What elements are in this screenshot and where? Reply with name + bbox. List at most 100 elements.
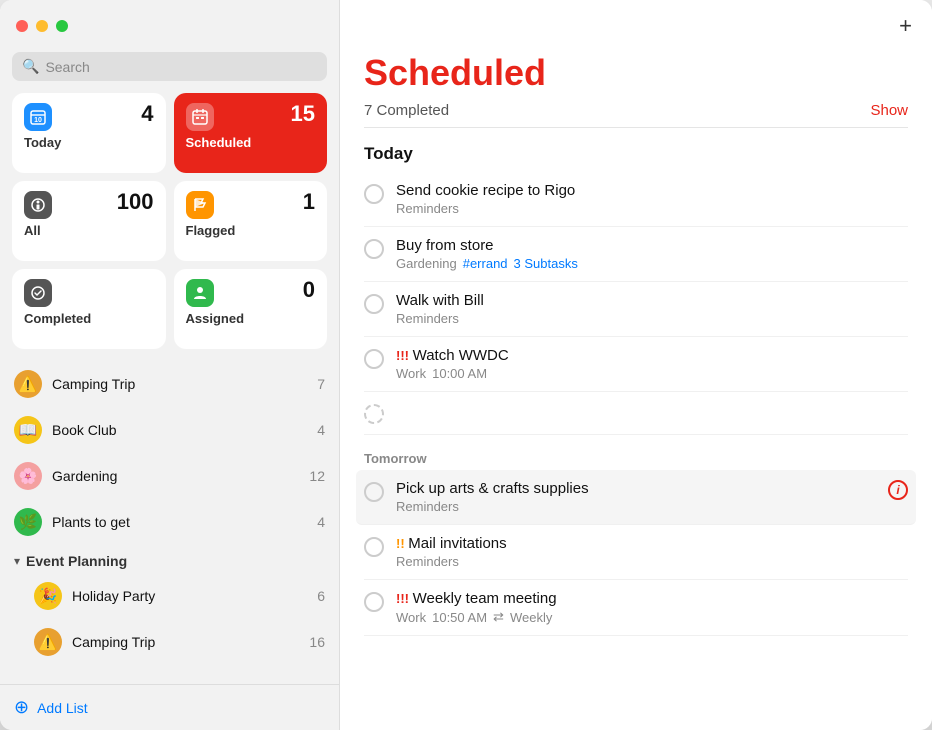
table-row: Send cookie recipe to Rigo Reminders bbox=[364, 172, 908, 227]
main-toolbar: + bbox=[340, 0, 932, 52]
task-title: !!! Watch WWDC bbox=[396, 347, 908, 364]
task-list-name: Reminders bbox=[396, 554, 459, 569]
add-list-row[interactable]: ⊕ Add List bbox=[0, 684, 339, 730]
plants-to-get-name: Plants to get bbox=[52, 514, 307, 530]
show-completed-button[interactable]: Show bbox=[870, 102, 908, 119]
smart-list-completed[interactable]: Completed bbox=[12, 269, 166, 349]
task-circle[interactable] bbox=[364, 482, 384, 502]
search-placeholder: Search bbox=[45, 59, 89, 75]
task-circle[interactable] bbox=[364, 537, 384, 557]
book-club-name: Book Club bbox=[52, 422, 307, 438]
smart-list-flagged[interactable]: 1 Flagged bbox=[174, 181, 328, 261]
task-recurring-icon: ⇄ bbox=[493, 609, 504, 625]
table-row: Walk with Bill Reminders bbox=[364, 282, 908, 337]
add-reminder-button[interactable]: + bbox=[899, 13, 912, 39]
today-icon: 10 bbox=[24, 103, 52, 131]
all-label: All bbox=[24, 223, 154, 238]
close-button[interactable] bbox=[16, 20, 28, 32]
table-row: !!! Watch WWDC Work 10:00 AM bbox=[364, 337, 908, 392]
assigned-count: 0 bbox=[303, 279, 315, 301]
camping-trip-icon: ⚠️ bbox=[14, 370, 42, 398]
task-circle[interactable] bbox=[364, 239, 384, 259]
task-body: !! Mail invitations Reminders bbox=[396, 535, 908, 569]
task-body: Send cookie recipe to Rigo Reminders bbox=[396, 182, 908, 216]
task-time: 10:50 AM bbox=[432, 610, 487, 625]
completed-icon bbox=[24, 279, 52, 307]
task-title: Send cookie recipe to Rigo bbox=[396, 182, 908, 199]
section-tomorrow-header: Tomorrow bbox=[364, 451, 908, 466]
table-row bbox=[364, 392, 908, 435]
priority-indicator: !!! bbox=[396, 591, 413, 606]
task-title: Pick up arts & crafts supplies bbox=[396, 480, 876, 497]
task-body: !!! Weekly team meeting Work 10:50 AM ⇄ … bbox=[396, 590, 908, 625]
all-icon bbox=[24, 191, 52, 219]
task-list-name: Reminders bbox=[396, 311, 459, 326]
task-body: !!! Watch WWDC Work 10:00 AM bbox=[396, 347, 908, 381]
smart-list-today[interactable]: 10 4 Today bbox=[12, 93, 166, 173]
maximize-button[interactable] bbox=[56, 20, 68, 32]
task-title: !! Mail invitations bbox=[396, 535, 908, 552]
assigned-label: Assigned bbox=[186, 311, 316, 326]
task-body: Buy from store Gardening #errand 3 Subta… bbox=[396, 237, 908, 271]
task-body: Walk with Bill Reminders bbox=[396, 292, 908, 326]
task-tag: #errand bbox=[463, 256, 508, 271]
svg-text:10: 10 bbox=[34, 117, 42, 124]
task-circle[interactable] bbox=[364, 592, 384, 612]
task-subtitle: Reminders bbox=[396, 311, 908, 326]
flagged-label: Flagged bbox=[186, 223, 316, 238]
task-circle[interactable] bbox=[364, 294, 384, 314]
flagged-icon bbox=[186, 191, 214, 219]
list-item-book-club[interactable]: 📖 Book Club 4 bbox=[4, 407, 335, 453]
gardening-icon: 🌸 bbox=[14, 462, 42, 490]
holiday-party-count: 6 bbox=[317, 588, 325, 604]
camping-trip-2-count: 16 bbox=[309, 634, 325, 650]
list-item-gardening[interactable]: 🌸 Gardening 12 bbox=[4, 453, 335, 499]
smart-list-assigned[interactable]: 0 Assigned bbox=[174, 269, 328, 349]
today-label: Today bbox=[24, 135, 154, 150]
list-item-plants-to-get[interactable]: 🌿 Plants to get 4 bbox=[4, 499, 335, 545]
task-subtitle: Reminders bbox=[396, 554, 908, 569]
event-planning-group-items: 🎉 Holiday Party 6 ⚠️ Camping Trip 16 bbox=[4, 573, 335, 665]
task-list-name: Work bbox=[396, 610, 426, 625]
smart-list-scheduled[interactable]: 15 Scheduled bbox=[174, 93, 328, 173]
info-icon[interactable]: i bbox=[888, 480, 908, 500]
task-list-name: Gardening bbox=[396, 256, 457, 271]
minimize-button[interactable] bbox=[36, 20, 48, 32]
completed-label: Completed bbox=[24, 311, 154, 326]
task-title: Walk with Bill bbox=[396, 292, 908, 309]
section-today-header: Today bbox=[364, 144, 908, 164]
assigned-icon bbox=[186, 279, 214, 307]
task-circle[interactable] bbox=[364, 184, 384, 204]
table-row: Buy from store Gardening #errand 3 Subta… bbox=[364, 227, 908, 282]
task-list-name: Reminders bbox=[396, 499, 459, 514]
search-bar[interactable]: 🔍 Search bbox=[12, 52, 327, 81]
smart-list-all[interactable]: 100 All bbox=[12, 181, 166, 261]
holiday-party-name: Holiday Party bbox=[72, 588, 307, 604]
list-item-camping-trip[interactable]: ⚠️ Camping Trip 7 bbox=[4, 361, 335, 407]
task-time: 10:00 AM bbox=[432, 366, 487, 381]
event-planning-group-header[interactable]: ▾ Event Planning bbox=[4, 545, 335, 573]
main-panel: + Scheduled 7 Completed Show Today Send … bbox=[340, 0, 932, 730]
plants-to-get-count: 4 bbox=[317, 514, 325, 530]
task-subtitle: Reminders bbox=[396, 201, 908, 216]
gardening-count: 12 bbox=[309, 468, 325, 484]
task-list-name: Work bbox=[396, 366, 426, 381]
task-circle-empty[interactable] bbox=[364, 404, 384, 424]
table-row: !!! Weekly team meeting Work 10:50 AM ⇄ … bbox=[364, 580, 908, 636]
task-circle[interactable] bbox=[364, 349, 384, 369]
add-list-label: Add List bbox=[37, 700, 88, 716]
camping-trip-count: 7 bbox=[317, 376, 325, 392]
camping-trip-2-icon: ⚠️ bbox=[34, 628, 62, 656]
task-subtasks: 3 Subtasks bbox=[514, 256, 578, 271]
plants-icon: 🌿 bbox=[14, 508, 42, 536]
smart-lists-grid: 10 4 Today bbox=[0, 93, 339, 361]
main-content: Scheduled 7 Completed Show Today Send co… bbox=[340, 52, 932, 730]
list-item-holiday-party[interactable]: 🎉 Holiday Party 6 bbox=[24, 573, 335, 619]
holiday-party-icon: 🎉 bbox=[34, 582, 62, 610]
task-title: Buy from store bbox=[396, 237, 908, 254]
page-title: Scheduled bbox=[364, 52, 908, 94]
book-club-icon: 📖 bbox=[14, 416, 42, 444]
scheduled-label: Scheduled bbox=[186, 135, 316, 150]
flagged-count: 1 bbox=[303, 191, 315, 213]
list-item-camping-trip-2[interactable]: ⚠️ Camping Trip 16 bbox=[24, 619, 335, 665]
